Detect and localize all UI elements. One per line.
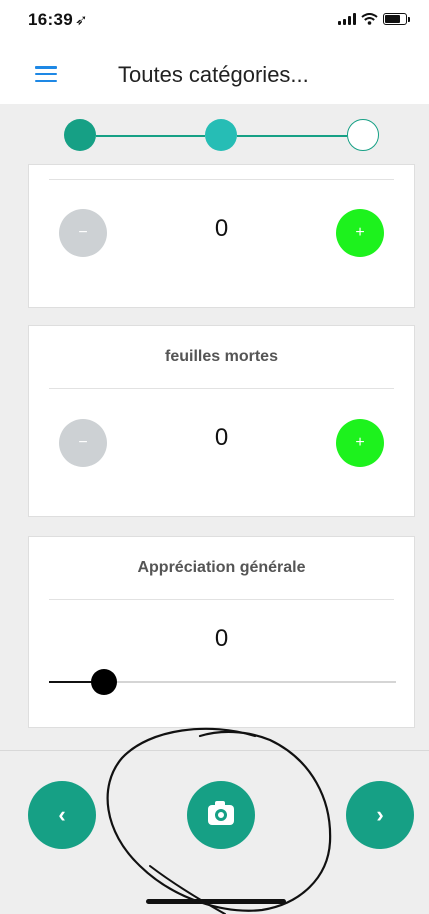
home-indicator <box>146 899 286 904</box>
step-1-indicator <box>64 119 96 151</box>
camera-button[interactable] <box>187 781 255 849</box>
increment-button[interactable]: + <box>336 209 384 257</box>
camera-icon <box>208 801 234 825</box>
next-button[interactable]: › <box>346 781 414 849</box>
status-time: 16:39 ➶ <box>28 10 88 30</box>
previous-button[interactable]: ‹ <box>28 781 96 849</box>
status-bar: 16:39 ➶ <box>0 0 429 44</box>
status-icons <box>338 13 410 25</box>
wifi-icon <box>361 13 378 25</box>
location-icon: ➶ <box>74 12 88 29</box>
card-divider <box>49 179 394 180</box>
page-title: Toutes catégories... <box>118 62 309 87</box>
hamburger-icon[interactable] <box>35 66 57 82</box>
card-title: feuilles mortes <box>165 348 278 365</box>
card-title: Appréciation générale <box>137 559 306 576</box>
progress-stepper <box>0 104 429 164</box>
increment-button[interactable]: + <box>336 419 384 467</box>
step-connector <box>96 135 205 137</box>
slider-card-appreciation: Appréciation générale 0 <box>28 536 415 728</box>
slider-thumb[interactable] <box>91 669 117 695</box>
slider-value: 0 <box>214 625 229 652</box>
step-2-indicator <box>205 119 237 151</box>
counter-card: − 0 + <box>28 164 415 308</box>
card-divider <box>49 388 394 389</box>
status-time-text: 16:39 <box>28 10 73 29</box>
bottom-nav: ‹ › <box>0 750 429 914</box>
counter-card-feuilles-mortes: feuilles mortes − 0 + <box>28 325 415 517</box>
step-connector <box>237 135 347 137</box>
form-content[interactable]: − 0 + feuilles mortes − 0 + Appréciation… <box>0 104 429 750</box>
app-header: Toutes catégories... <box>0 44 429 104</box>
battery-icon <box>383 13 410 25</box>
signal-icon <box>338 13 356 25</box>
card-divider <box>49 599 394 600</box>
step-3-indicator <box>347 119 379 151</box>
